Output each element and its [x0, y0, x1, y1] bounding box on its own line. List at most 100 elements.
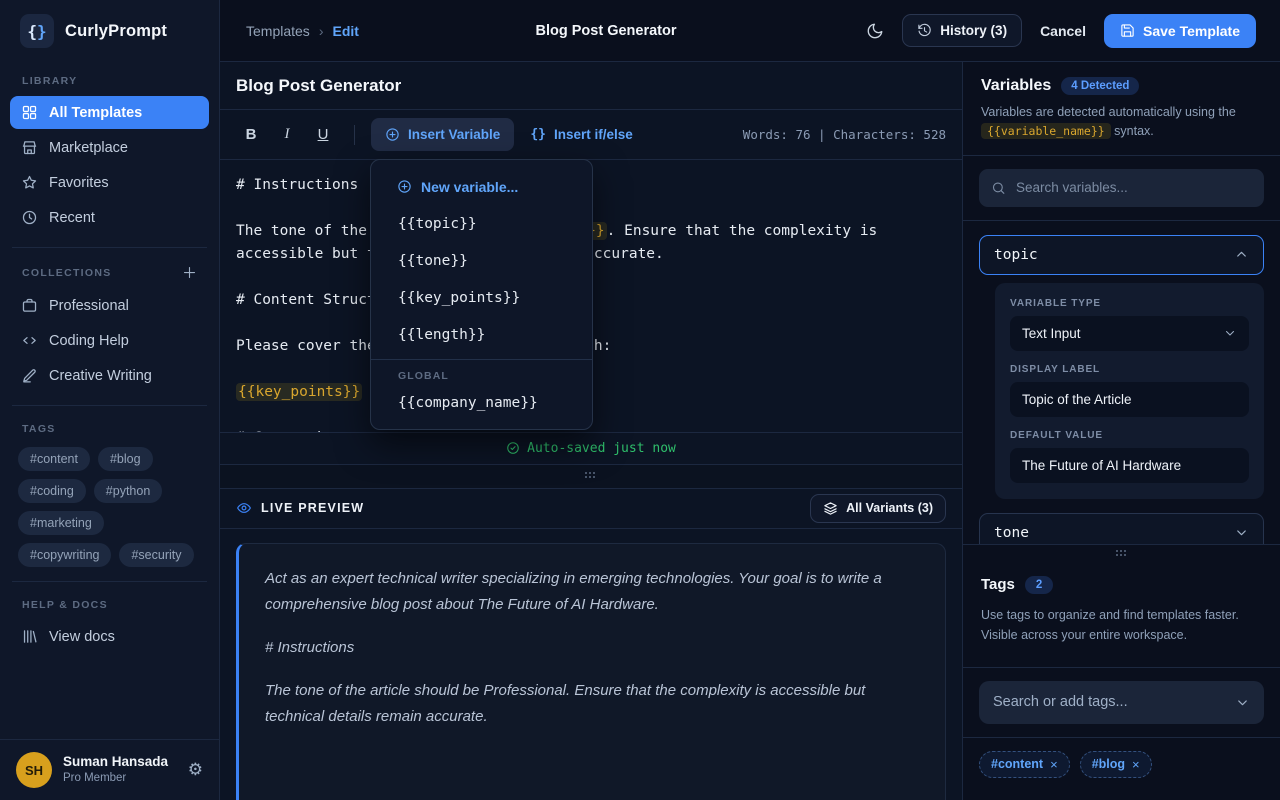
library-section-header: LIBRARY	[0, 58, 219, 95]
editor-preview-splitter[interactable]	[220, 464, 962, 489]
display-label-input[interactable]	[1010, 382, 1249, 417]
chevron-down-icon	[1234, 525, 1249, 540]
sidebar-item-marketplace[interactable]: Marketplace	[10, 131, 209, 164]
eye-icon	[236, 500, 252, 516]
history-icon	[917, 23, 932, 38]
tag-pill[interactable]: #copywriting	[18, 543, 111, 567]
help-section-header: HELP & DOCS	[0, 582, 219, 619]
remove-tag-icon[interactable]: ×	[1132, 757, 1140, 772]
chevron-up-icon	[1234, 247, 1249, 262]
variable-token[interactable]: {{key_points}}	[236, 383, 362, 401]
breadcrumb-templates[interactable]: Templates	[246, 23, 310, 39]
tag-pill[interactable]: #blog	[98, 447, 153, 471]
sidebar-item-recent[interactable]: Recent	[10, 201, 209, 234]
global-section-label: GLOBAL	[371, 360, 592, 384]
chevron-down-icon	[1235, 695, 1250, 710]
clock-icon	[21, 209, 38, 226]
variable-syntax-code: {{variable_name}}	[981, 123, 1111, 139]
default-value-input[interactable]	[1010, 448, 1249, 483]
user-name: Suman Hansada	[63, 754, 177, 771]
braces-icon: {}	[530, 127, 546, 142]
variables-list: topic VARIABLE TYPE Text Input DISPLAY L…	[963, 221, 1280, 544]
breadcrumb-edit[interactable]: Edit	[332, 23, 358, 39]
tag-pill[interactable]: #coding	[18, 479, 86, 503]
variable-menu-item-key-points[interactable]: {{key_points}}	[371, 279, 592, 316]
editor-toolbar: B I U Insert Variable {} Insert if/else …	[220, 110, 962, 160]
preview-paragraph: The tone of the article should be Profes…	[265, 678, 919, 730]
bold-button[interactable]: B	[236, 120, 266, 150]
default-value-label: DEFAULT VALUE	[1010, 430, 1249, 441]
tag-chip-content[interactable]: #content ×	[979, 751, 1070, 778]
app-logo: {} CurlyPrompt	[0, 0, 219, 58]
applied-tags: #content × #blog ×	[963, 738, 1280, 791]
layers-icon	[823, 501, 838, 516]
plus-circle-icon	[385, 127, 400, 142]
tag-chip-blog[interactable]: #blog ×	[1080, 751, 1152, 778]
sidebar-item-label: View docs	[49, 629, 115, 645]
search-variables-input[interactable]	[979, 169, 1264, 207]
tags-description: Use tags to organize and find templates …	[981, 605, 1262, 645]
autosave-status: Auto-saved just now	[220, 432, 962, 464]
drag-handle-icon	[1116, 550, 1128, 558]
breadcrumb-separator: ›	[319, 23, 324, 39]
breadcrumb: Templates › Edit	[246, 23, 359, 39]
preview-paragraph: # Instructions	[265, 635, 919, 661]
underline-button[interactable]: U	[308, 120, 338, 150]
sidebar-item-favorites[interactable]: Favorites	[10, 166, 209, 199]
variable-type-select[interactable]: Text Input	[1010, 316, 1249, 351]
user-footer[interactable]: SH Suman Hansada Pro Member ⚙	[0, 739, 219, 800]
dark-mode-toggle[interactable]	[866, 22, 884, 40]
variable-menu-item-company-name[interactable]: {{company_name}}	[371, 384, 592, 421]
settings-gear-icon[interactable]: ⚙	[188, 760, 203, 780]
history-button[interactable]: History (3)	[902, 14, 1022, 47]
variable-menu-item-topic[interactable]: {{topic}}	[371, 205, 592, 242]
sidebar-item-all-templates[interactable]: All Templates	[10, 96, 209, 129]
grid-icon	[21, 104, 38, 121]
variable-menu-item-length[interactable]: {{length}}	[371, 316, 592, 353]
variable-accordion-topic[interactable]: topic	[979, 235, 1264, 275]
search-icon	[991, 180, 1006, 195]
variable-type-label: VARIABLE TYPE	[1010, 298, 1249, 309]
sidebar-item-label: Marketplace	[49, 140, 128, 156]
all-variants-button[interactable]: All Variants (3)	[810, 494, 946, 523]
star-icon	[21, 174, 38, 191]
tag-pill[interactable]: #python	[94, 479, 162, 503]
tags-section-header: TAGS	[0, 406, 219, 443]
add-collection-button[interactable]	[182, 265, 197, 280]
tag-pill[interactable]: #content	[18, 447, 90, 471]
sidebar-item-view-docs[interactable]: View docs	[10, 620, 209, 653]
search-add-tags-select[interactable]: Search or add tags...	[979, 681, 1264, 724]
remove-tag-icon[interactable]: ×	[1050, 757, 1058, 772]
variable-menu-item-tone[interactable]: {{tone}}	[371, 242, 592, 279]
preview-output: Act as an expert technical writer specia…	[236, 543, 946, 800]
sidebar-item-label: Creative Writing	[49, 368, 152, 384]
variables-tags-splitter[interactable]	[963, 544, 1280, 564]
sidebar-item-label: Favorites	[49, 175, 109, 191]
live-preview-panel: Act as an expert technical writer specia…	[220, 529, 962, 800]
variables-panel: Variables 4 Detected Variables are detec…	[963, 62, 1280, 800]
word-character-count: Words: 76 | Characters: 528	[743, 127, 946, 142]
tag-pill[interactable]: #marketing	[18, 511, 104, 535]
save-template-button[interactable]: Save Template	[1104, 14, 1256, 48]
toolbar-divider	[354, 125, 355, 145]
tag-pill[interactable]: #security	[119, 543, 193, 567]
cancel-button[interactable]: Cancel	[1040, 23, 1086, 39]
insert-ifelse-button[interactable]: {} Insert if/else	[520, 119, 642, 150]
sidebar-item-creative-writing[interactable]: Creative Writing	[10, 359, 209, 392]
top-header: Templates › Edit Blog Post Generator His…	[220, 0, 1280, 62]
avatar: SH	[16, 752, 52, 788]
chevron-down-icon	[1223, 326, 1237, 340]
check-circle-icon	[506, 441, 520, 455]
italic-button[interactable]: I	[272, 120, 302, 150]
sidebar-item-coding-help[interactable]: Coding Help	[10, 324, 209, 357]
plus-icon	[182, 265, 197, 280]
variable-accordion-tone[interactable]: tone	[979, 513, 1264, 544]
sidebar-item-label: Professional	[49, 298, 129, 314]
sidebar: {} CurlyPrompt LIBRARY All Templates Mar…	[0, 0, 220, 800]
insert-variable-button[interactable]: Insert Variable	[371, 118, 514, 151]
sidebar-item-label: Recent	[49, 210, 95, 226]
new-variable-menu-item[interactable]: New variable...	[371, 168, 592, 205]
sidebar-item-label: All Templates	[49, 105, 142, 121]
code-icon	[21, 332, 38, 349]
sidebar-item-professional[interactable]: Professional	[10, 289, 209, 322]
